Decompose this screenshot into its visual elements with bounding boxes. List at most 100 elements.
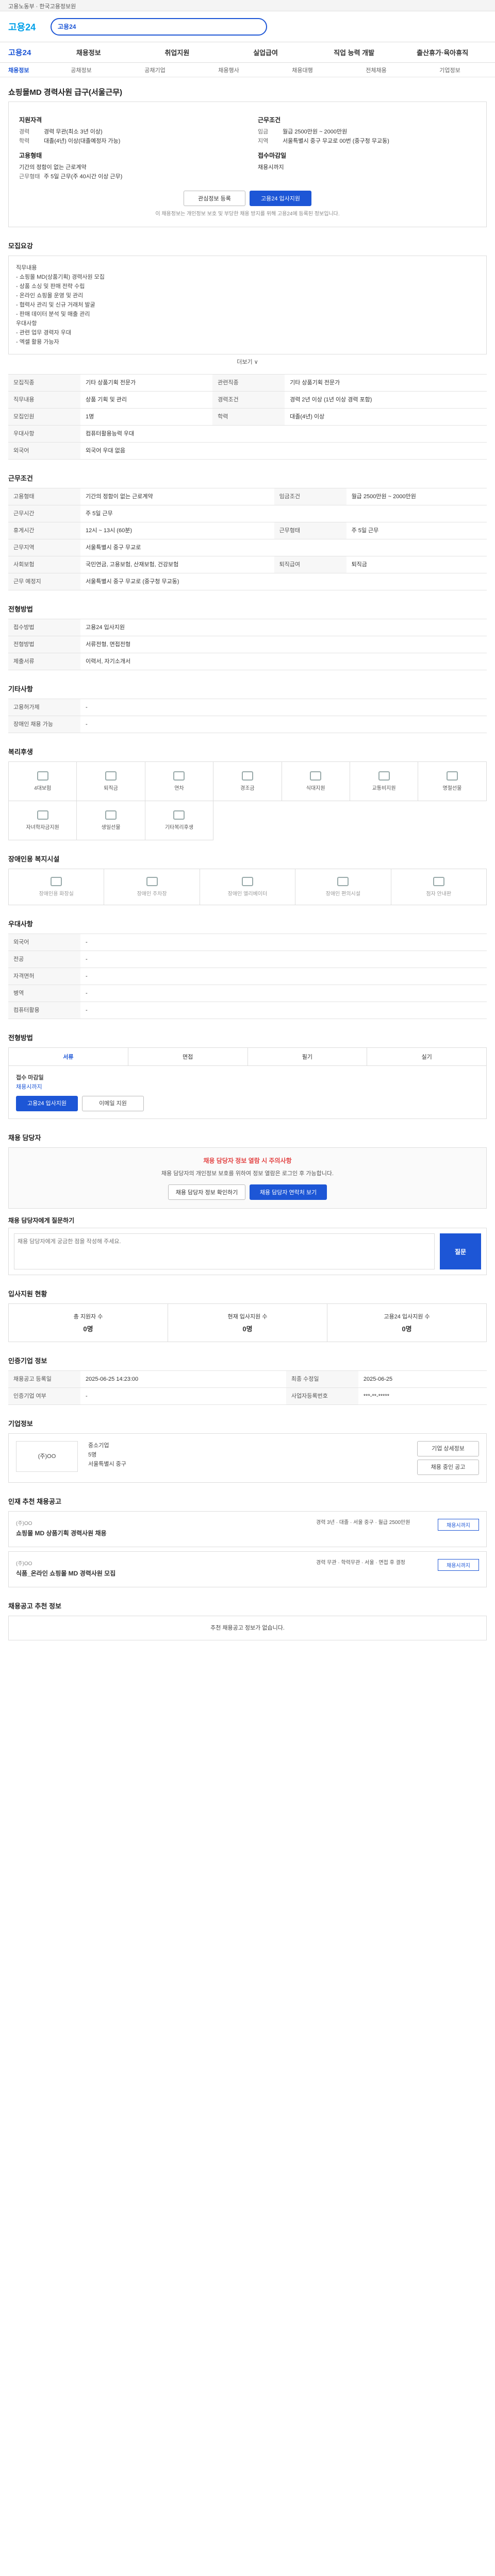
- tab-method-0[interactable]: 서류: [9, 1048, 128, 1065]
- cond-td: 서울특별시 중구 무교로 (중구청 무교동): [80, 573, 487, 590]
- env-label: 장애인 엘리베이터: [227, 891, 268, 897]
- method-heading: 전형방법: [8, 1034, 33, 1042]
- top-utility-text: 고용노동부 · 한국고용정보원: [8, 4, 76, 10]
- top-utility-bar: 고용노동부 · 한국고용정보원: [0, 0, 495, 11]
- gnb-item-training[interactable]: 직업 능력 개발: [310, 47, 399, 57]
- global-nav: 고용24 채용정보 취업지원 실업급여 직업 능력 개발 출산휴가·육아휴직: [0, 42, 495, 63]
- etc-th: 장애인 채용 가능: [8, 716, 80, 733]
- rec-deadline: 채용시까지: [438, 1519, 479, 1531]
- label-work-type: 근무형태: [19, 174, 40, 180]
- table-row: 제출서류 이력서, 자기소개서: [8, 653, 487, 670]
- welfare-icon: [310, 771, 322, 781]
- contact-view-button[interactable]: 채용 담당자 연락처 보기: [250, 1184, 327, 1200]
- question-send-button[interactable]: 질문: [440, 1233, 481, 1269]
- status-heading: 입사지원 현황: [8, 1290, 47, 1298]
- prefer-th: 자격면허: [8, 968, 80, 985]
- req-th: 경력조건: [212, 391, 285, 409]
- company-jobs-button[interactable]: 채용 중인 공고: [417, 1460, 479, 1475]
- welfare-label: 경조금: [240, 786, 255, 791]
- cond-th: 고용형태: [8, 488, 80, 505]
- method-email-button[interactable]: 이메일 지원: [82, 1096, 144, 1111]
- info-heading: 인증기업 정보: [8, 1357, 47, 1365]
- emp-type-heading: 고용형태: [19, 152, 42, 159]
- welfare-label: 4대보험: [34, 786, 52, 791]
- apply-th: 제출서류: [8, 653, 80, 670]
- value-wage: 월급 2500만원 ~ 2000만원: [283, 129, 348, 135]
- rec-title[interactable]: 식품_온라인 쇼핑몰 MD 경력사원 모집: [16, 1569, 308, 1578]
- gnb-logo-a: 고용: [8, 48, 23, 57]
- subnav-item-3[interactable]: 채용행사: [192, 66, 266, 74]
- info-th: 인증기업 여부: [8, 1387, 80, 1405]
- cond-th: 임금조건: [274, 488, 346, 505]
- env-label: 장애인 주차장: [137, 891, 167, 897]
- env-icon: [433, 877, 444, 886]
- tab-method-1[interactable]: 면접: [128, 1048, 248, 1065]
- rec-company: (주)OO: [16, 1521, 32, 1527]
- rec-meta: 경력 무관 · 학력무관 · 서울 · 면접 후 결정: [316, 1560, 405, 1566]
- welfare-icon: [241, 771, 253, 781]
- welfare-label: 연차: [174, 786, 184, 791]
- welfare-icon: [105, 810, 117, 820]
- logo-text-a: 고용: [8, 22, 26, 32]
- company-card: (주)OO 중소기업 5명 서울특별시 중구 기업 상세정보 채용 중인 공고: [8, 1433, 487, 1483]
- list-item[interactable]: (주)OO 식품_온라인 쇼핑몰 MD 경력사원 모집 경력 무관 · 학력무관 …: [8, 1551, 487, 1587]
- value-deadline: 채용시까지: [258, 164, 284, 171]
- gnb-item-leave[interactable]: 출산휴가·육아휴직: [398, 47, 487, 57]
- welfare-icon: [105, 771, 117, 781]
- subnav-item-2[interactable]: 공채기업: [118, 66, 192, 74]
- env-icon: [51, 877, 62, 886]
- site-header: 고용24 고용24: [0, 11, 495, 42]
- welfare-label: 자녀학자금지원: [26, 825, 59, 831]
- detail-more-button[interactable]: 더보기 ∨: [8, 358, 487, 366]
- subnav-item-1[interactable]: 공채정보: [44, 66, 118, 74]
- gnb-logo[interactable]: 고용24: [8, 47, 44, 58]
- cond-td: 주 5일 근무: [346, 522, 487, 539]
- contact-alert-desc: 채용 담당자의 개인정보 보호를 위하여 정보 열람은 로그인 후 가능합니다.: [161, 1171, 334, 1177]
- table-row: 모집인원 1명 학력 대졸(4년) 이상: [8, 408, 487, 426]
- rec-title[interactable]: 쇼핑몰 MD 상품기획 경력사원 채용: [16, 1529, 308, 1537]
- info-td: 2025-06-25: [358, 1370, 487, 1388]
- company-detail-button[interactable]: 기업 상세정보: [417, 1441, 479, 1456]
- subnav-item-0[interactable]: 채용정보: [8, 66, 44, 74]
- table-row: 근무시간 주 5일 근무: [8, 505, 487, 522]
- tab-method-3[interactable]: 실기: [367, 1048, 486, 1065]
- prefer-td: -: [80, 951, 487, 968]
- gnb-item-support[interactable]: 취업지원: [133, 47, 222, 57]
- gnb-item-unemployment[interactable]: 실업급여: [221, 47, 310, 57]
- list-item[interactable]: (주)OO 쇼핑몰 MD 상품기획 경력사원 채용 경력 3년 · 대졸 · 서울…: [8, 1511, 487, 1547]
- table-row: 전형방법 서류전형, 면접전형: [8, 636, 487, 653]
- value-region: 서울특별시 중구 무교로 00번 (중구청 무교동): [283, 138, 389, 144]
- table-row: 장애인 채용 가능 -: [8, 716, 487, 733]
- detail-body: 직무내용 - 쇼핑몰 MD(상품기획) 경력사원 모집 - 상품 소싱 및 판매…: [8, 256, 487, 354]
- table-row: 사회보험 국민연금, 고용보험, 산재보험, 건강보험 퇴직급여 퇴직금: [8, 556, 487, 573]
- search-input[interactable]: 고용24: [51, 18, 267, 36]
- etc-td: -: [80, 716, 487, 733]
- subnav-item-4[interactable]: 채용대행: [266, 66, 339, 74]
- save-interest-button[interactable]: 관심정보 등록: [184, 191, 245, 206]
- env-label: 점자 안내판: [426, 891, 452, 897]
- label-career: 경력: [19, 129, 30, 135]
- site-logo[interactable]: 고용24: [8, 20, 44, 33]
- table-row: 채용공고 등록일 2025-06-25 14:23:00 최종 수정일 2025-06…: [8, 1370, 487, 1388]
- req-th: 관련직종: [212, 374, 285, 392]
- status-total-label: 총 지원자 수: [73, 1314, 103, 1320]
- welfare-label: 교통비지원: [372, 786, 396, 791]
- env-grid: 장애인용 화장실 장애인 주차장 장애인 엘리베이터 장애인 편의시설 점자 안…: [8, 869, 487, 905]
- question-input[interactable]: [14, 1233, 435, 1269]
- status-goyong-label: 고용24 입사지원 수: [384, 1314, 430, 1320]
- contact-check-button[interactable]: 채용 담당자 정보 확인하기: [168, 1184, 245, 1200]
- subnav-item-6[interactable]: 기업정보: [413, 66, 487, 74]
- cond-th: 근무시간: [8, 505, 80, 522]
- subnav-item-5[interactable]: 전체채용: [339, 66, 413, 74]
- env-item: 장애인 편의시설: [295, 869, 391, 905]
- info-table: 채용공고 등록일 2025-06-25 14:23:00 최종 수정일 2025-06…: [8, 1370, 487, 1405]
- table-row: 컴퓨터활용 -: [8, 1002, 487, 1019]
- etc-td: -: [80, 699, 487, 716]
- method-apply-button[interactable]: 고용24 입사지원: [16, 1096, 78, 1111]
- gnb-item-jobs[interactable]: 채용정보: [44, 47, 133, 57]
- tab-method-2[interactable]: 필기: [248, 1048, 368, 1065]
- apply-td: 이력서, 자기소개서: [80, 653, 487, 670]
- req-td: 1명: [80, 408, 213, 426]
- table-row: 근무지역 서울특별시 중구 무교로: [8, 539, 487, 556]
- apply-button[interactable]: 고용24 입사지원: [250, 191, 311, 206]
